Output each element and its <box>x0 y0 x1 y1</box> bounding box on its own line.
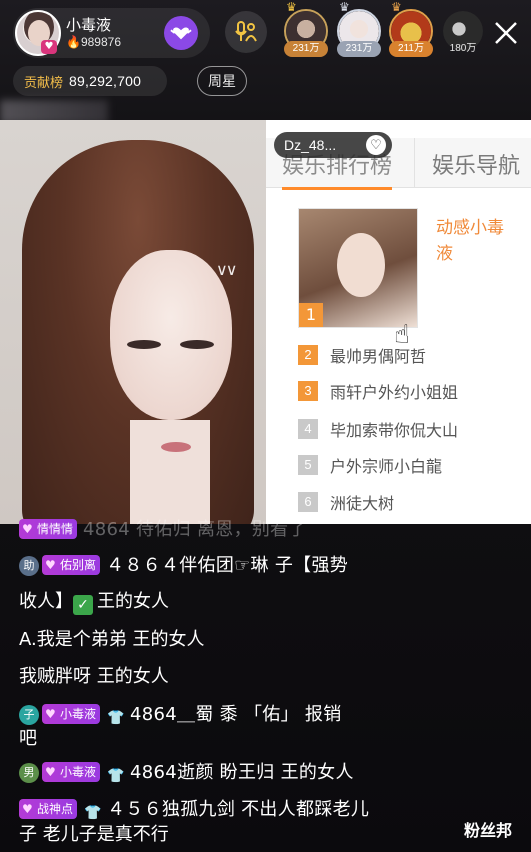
mic-link-icon <box>235 21 257 42</box>
chat-message: 我贼胖呀 王的女人 <box>19 666 169 687</box>
heart-plus-icon[interactable]: ♡ <box>366 135 386 155</box>
tab-entertainment-nav[interactable]: 娱乐导航 <box>432 148 520 180</box>
follow-button[interactable] <box>164 16 198 50</box>
host-level-heart-icon: ♥ <box>41 40 57 54</box>
viewer-badge-4: 180万 <box>449 43 477 54</box>
heart-wings-icon <box>170 27 192 40</box>
chat-message-cont: 子 老儿子是真不行 <box>19 824 169 845</box>
shirt-gift-icon: 👕 <box>84 805 102 821</box>
rank-name: 毕加索带你侃大山 <box>330 421 459 440</box>
chat-message: 助佑别离４８６４伴佑团☞琳 子【强势 <box>19 554 419 578</box>
fan-badge: 战神点 <box>19 799 78 819</box>
rank-row[interactable]: 3 雨轩户外约小姐姐 <box>298 378 458 404</box>
fan-badge: 小毒液 <box>42 762 101 782</box>
chat-message: 男小毒液👕4864逝颜 盼王归 王的女人 <box>19 761 399 786</box>
rank-name: 雨轩户外约小姐姐 <box>330 383 459 402</box>
level-badge: 子 <box>19 705 39 725</box>
silver-crown-icon: ♛ <box>339 0 350 14</box>
rank-row[interactable]: 4 毕加索带你侃大山 <box>298 416 458 442</box>
top-rank-name[interactable]: 动感小毒液 <box>436 215 506 267</box>
contribution-rank-pill[interactable]: 贡献榜 89,292,700 <box>13 66 167 96</box>
close-icon[interactable] <box>489 16 523 50</box>
check-gift-icon: ✓ <box>73 595 93 615</box>
viewer-badge-2: 231万 <box>337 41 381 57</box>
user-chip-name: Dz_48... <box>284 137 337 153</box>
rank-number: 6 <box>298 492 318 512</box>
chat-message-cont: 吧 <box>19 728 37 749</box>
chat-message: 情情情4864 待佑归 离恩，别看了 <box>19 518 399 542</box>
bronze-crown-icon: ♛ <box>391 0 402 14</box>
rank-number: 5 <box>298 455 318 475</box>
chat-area[interactable]: 情情情4864 待佑归 离恩，别看了 助佑别离４８６４伴佑团☞琳 子【强势 收人… <box>0 519 531 852</box>
rank-name: 洲徒大树 <box>330 494 395 513</box>
top-rank-number: 1 <box>299 303 323 327</box>
ranking-panel: 娱乐排行榜 娱乐导航 Dz_48... ♡ 1 动感小毒液 ☝ 2 最帅男偶阿哲… <box>266 120 531 524</box>
watermark: 粉丝邦 <box>464 821 513 840</box>
contribution-label: 贡献榜 <box>24 74 64 90</box>
fan-badge: 小毒液 <box>42 704 101 724</box>
user-chip[interactable]: Dz_48... ♡ <box>274 132 392 158</box>
viewer-badge-3: 211万 <box>389 41 433 57</box>
contribution-value: 89,292,700 <box>69 73 142 89</box>
shirt-gift-icon: 👕 <box>107 768 125 784</box>
rank-row[interactable]: 6 洲徒大树 <box>298 489 394 515</box>
chat-message-cont: 收人】 ✓ 王的女人 <box>19 591 169 615</box>
level-badge: 男 <box>19 763 39 783</box>
level-badge: 助 <box>19 556 39 576</box>
chat-message: 子小毒液👕4864＿蜀 黍 「佑」 报销 <box>19 703 399 728</box>
rank-number: 4 <box>298 419 318 439</box>
host-fans-count: 🔥989876 <box>66 35 121 49</box>
rank-row[interactable]: 2 最帅男偶阿哲 <box>298 342 426 368</box>
fan-badge: 情情情 <box>19 519 78 539</box>
gold-crown-icon: ♛ <box>286 0 297 14</box>
week-star-button[interactable]: 周星 <box>197 66 247 96</box>
host-name: 小毒液 <box>66 17 112 34</box>
shirt-gift-icon: 👕 <box>107 710 125 726</box>
chat-message: 战神点👕４５６独孤九剑 不出人都踩老儿 <box>19 798 439 823</box>
rank-number: 3 <box>298 381 318 401</box>
fan-badge: 佑别离 <box>42 555 101 575</box>
flame-icon: 🔥 <box>66 35 81 49</box>
rank-number: 2 <box>298 345 318 365</box>
rank-name: 最帅男偶阿哲 <box>330 347 427 366</box>
chat-message: A.我是个弟弟 王的女人 <box>19 629 205 650</box>
rank-name: 户外宗师小白龍 <box>330 457 443 476</box>
rank-row[interactable]: 5 户外宗师小白龍 <box>298 452 442 478</box>
viewer-badge-1: 231万 <box>284 41 328 57</box>
top-rank-card[interactable]: 1 <box>298 208 418 328</box>
double-chevron-down-icon[interactable]: ∨∨ <box>216 260 237 279</box>
mic-link-button[interactable] <box>225 11 267 53</box>
host-video[interactable]: ∨∨ <box>0 120 266 524</box>
